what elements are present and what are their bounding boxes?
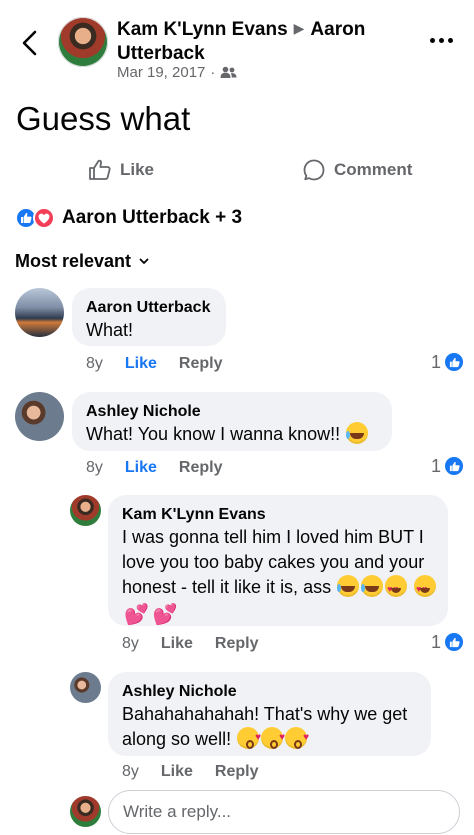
comment-bubble: Ashley Nichole What! You know I wanna kn… [72, 392, 392, 451]
author-avatar[interactable] [58, 17, 108, 67]
comment-bubble: Aaron Utterback What! [72, 288, 226, 346]
comment-meta: 8y Like Reply [122, 635, 259, 653]
post-title: Kam K'Lynn Evans ▶ Aaron Utterback [117, 16, 417, 66]
comment-reaction-count[interactable]: 1 [431, 455, 466, 477]
commenter-avatar[interactable] [70, 495, 101, 526]
like-reaction-icon [443, 351, 466, 373]
comment-meta: 8y Like Reply [86, 355, 223, 373]
laughing-crying-emoji [361, 575, 384, 597]
comment-text: Bahahahahahah! That's why we get along s… [122, 702, 422, 752]
comment-text: I was gonna tell him I loved him BUT I l… [122, 525, 440, 628]
post-actions: Like Comment [0, 152, 474, 192]
heart-eyes-emoji [385, 575, 408, 602]
like-reaction-icon [443, 631, 466, 653]
commenter-avatar[interactable] [15, 288, 64, 337]
commenter-name[interactable]: Aaron Utterback [86, 297, 212, 318]
more-options-icon[interactable] [430, 38, 453, 43]
comment-reaction-count[interactable]: 1 [431, 631, 466, 653]
love-reaction-icon [33, 207, 55, 229]
comment-meta: 8y Like Reply [122, 763, 259, 781]
chevron-down-icon [139, 258, 149, 264]
comment-text: What! You know I wanna know!! [86, 422, 378, 447]
two-hearts-emoji: 💕 [152, 604, 178, 626]
back-arrow-icon[interactable] [16, 26, 44, 60]
comment-text: What! [86, 320, 134, 340]
my-avatar[interactable] [70, 796, 101, 827]
author-name[interactable]: Kam K'Lynn Evans [117, 19, 288, 40]
reply-composer[interactable] [108, 790, 460, 834]
like-label: Like [120, 160, 155, 179]
kissing-heart-emoji [285, 725, 309, 750]
comment-button[interactable]: Comment [302, 158, 412, 182]
kissing-heart-emoji [261, 725, 285, 750]
comment-age[interactable]: 8y [122, 635, 139, 653]
comment-label: Comment [334, 160, 413, 179]
post-header: Kam K'Lynn Evans ▶ Aaron Utterback Mar 19,… [0, 0, 474, 92]
comment-age[interactable]: 8y [86, 459, 103, 477]
comment-age[interactable]: 8y [86, 355, 103, 373]
post-meta: Mar 19, 2017 · [117, 64, 237, 81]
commenter-name[interactable]: Ashley Nichole [86, 401, 378, 422]
comment-reply-button[interactable]: Reply [215, 763, 259, 781]
commenter-name[interactable]: Kam K'Lynn Evans [122, 504, 434, 525]
commenter-avatar[interactable] [15, 392, 64, 441]
friends-icon [220, 66, 237, 78]
post-text: Guess what [16, 100, 191, 137]
comment-bubble-icon [303, 159, 325, 181]
heart-eyes-emoji [414, 575, 437, 602]
meta-separator: · [210, 64, 216, 81]
commenter-name[interactable]: Ashley Nichole [122, 681, 417, 702]
sort-label: Most relevant [15, 251, 132, 271]
comment-like-button[interactable]: Like [125, 459, 157, 477]
comment-reply-button[interactable]: Reply [215, 635, 259, 653]
comment-like-button[interactable]: Like [125, 355, 157, 373]
post-date[interactable]: Mar 19, 2017 [117, 64, 205, 81]
comment-reply-button[interactable]: Reply [179, 355, 223, 373]
reaction-summary[interactable]: Aaron Utterback + 3 [15, 207, 242, 229]
comment-reply-button[interactable]: Reply [179, 459, 223, 477]
kissing-heart-emoji [237, 725, 261, 750]
reaction-summary-text: Aaron Utterback + 3 [62, 207, 243, 228]
thumbs-up-icon [89, 159, 111, 180]
like-reaction-icon [443, 455, 466, 477]
laughing-crying-emoji [337, 575, 360, 597]
comment-bubble: Kam K'Lynn Evans I was gonna tell him I … [108, 495, 448, 626]
comment-bubble: Ashley Nichole Bahahahahahah! That's why… [108, 672, 431, 756]
like-button[interactable]: Like [88, 158, 154, 182]
comment-meta: 8y Like Reply [86, 459, 223, 477]
sort-dropdown[interactable]: Most relevant [15, 251, 149, 272]
laughing-crying-emoji [346, 422, 369, 444]
arrow-right-icon: ▶ [293, 20, 305, 36]
commenter-avatar[interactable] [70, 672, 101, 703]
comment-reaction-count[interactable]: 1 [431, 351, 466, 373]
comment-age[interactable]: 8y [122, 763, 139, 781]
comment-like-button[interactable]: Like [161, 763, 193, 781]
two-hearts-emoji: 💕 [124, 604, 149, 626]
comment-like-button[interactable]: Like [161, 635, 193, 653]
reply-input[interactable] [109, 791, 459, 833]
